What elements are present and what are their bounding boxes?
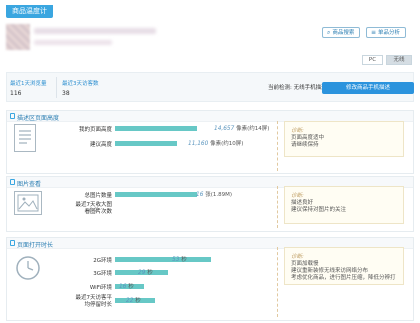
- row-value: 22 秒: [126, 298, 141, 304]
- image-icon: [14, 191, 42, 215]
- diagnosis-line: 考虑优化商品，进行图片压缩，降低分辨打: [291, 275, 396, 281]
- diagnosis-box: 诊断: 描述良好 建议保持对图片的关注: [284, 186, 404, 224]
- value-bar: [115, 141, 177, 146]
- stat-label[interactable]: 最近1天浏览量: [10, 79, 47, 87]
- product-name-blurred: [34, 28, 156, 34]
- value-bar: [115, 192, 197, 197]
- divider: [277, 247, 278, 317]
- row-value: 11,160 像素(约10屏): [188, 141, 244, 147]
- stat-value: 116: [10, 90, 22, 97]
- tab-pc[interactable]: PC: [362, 55, 383, 65]
- product-subtitle-blurred: [34, 40, 112, 45]
- tab-wireless[interactable]: 无线: [386, 55, 412, 65]
- diagnosis-box: 诊断: 页面加载慢 建议重新装修无线来访网络分布 考虑优化商品，进行图片压缩，降…: [284, 247, 404, 285]
- row-value: 29 秒: [138, 270, 153, 276]
- section-icon: [10, 113, 15, 119]
- row-value: 0 次: [89, 208, 101, 214]
- row-value: 16 秒: [119, 284, 134, 290]
- value-bar: [115, 126, 197, 131]
- product-search-button[interactable]: ⌕ 商品搜索: [322, 27, 361, 38]
- section-title: 页面打开时长: [17, 242, 54, 249]
- section-icon: [10, 179, 15, 185]
- divider: [277, 121, 278, 171]
- row-label: 3G环境: [93, 271, 112, 277]
- search-icon: ⌕: [327, 29, 331, 36]
- edit-mobile-description-button[interactable]: 修改商品手机描述: [322, 82, 414, 94]
- stat-label[interactable]: 最近3天访客数: [62, 79, 99, 87]
- section-title: 图片查看: [17, 181, 42, 188]
- row-value: 14,657 像素(约14屏): [214, 126, 270, 132]
- divider: [56, 77, 57, 98]
- bar-chart-icon: ≡: [371, 29, 377, 36]
- diagnosis-line: 建议保持对图片的关注: [291, 207, 347, 213]
- section-icon: [10, 240, 15, 246]
- page-title: 商品温度计: [6, 5, 53, 18]
- single-product-analysis-button[interactable]: ≡ 单品分析: [366, 27, 407, 38]
- row-label: 我的页面高度: [78, 127, 112, 133]
- stat-value: 38: [62, 90, 70, 97]
- diagnosis-box: 诊断: 页面高度适中 请继续保持: [284, 121, 404, 157]
- divider: [277, 186, 278, 228]
- row-value: 53 秒: [172, 257, 187, 263]
- row-label: WiFi环境: [89, 285, 112, 291]
- diagnosis-line: 请继续保持: [291, 142, 319, 148]
- stat-1day-pv: 最近1天浏览量 116: [10, 79, 47, 97]
- stat-3day-uv: 最近3天访客数 38: [62, 79, 99, 97]
- clock-icon: [14, 254, 42, 282]
- row-value: 16 张(1.89M): [196, 192, 233, 198]
- row-label: 建议高度: [89, 142, 112, 148]
- document-icon: [14, 124, 36, 152]
- section-title: 描述区页面高度: [17, 115, 60, 122]
- row-label: 最近7天访客平 均停留时长: [75, 295, 113, 308]
- row-label: 最近7天收大图 看图片次数: [75, 202, 113, 215]
- value-bar: [115, 257, 211, 262]
- product-thumbnail: [6, 24, 30, 50]
- row-label: 2G环境: [93, 258, 112, 264]
- row-label: 总图片数量: [84, 193, 112, 199]
